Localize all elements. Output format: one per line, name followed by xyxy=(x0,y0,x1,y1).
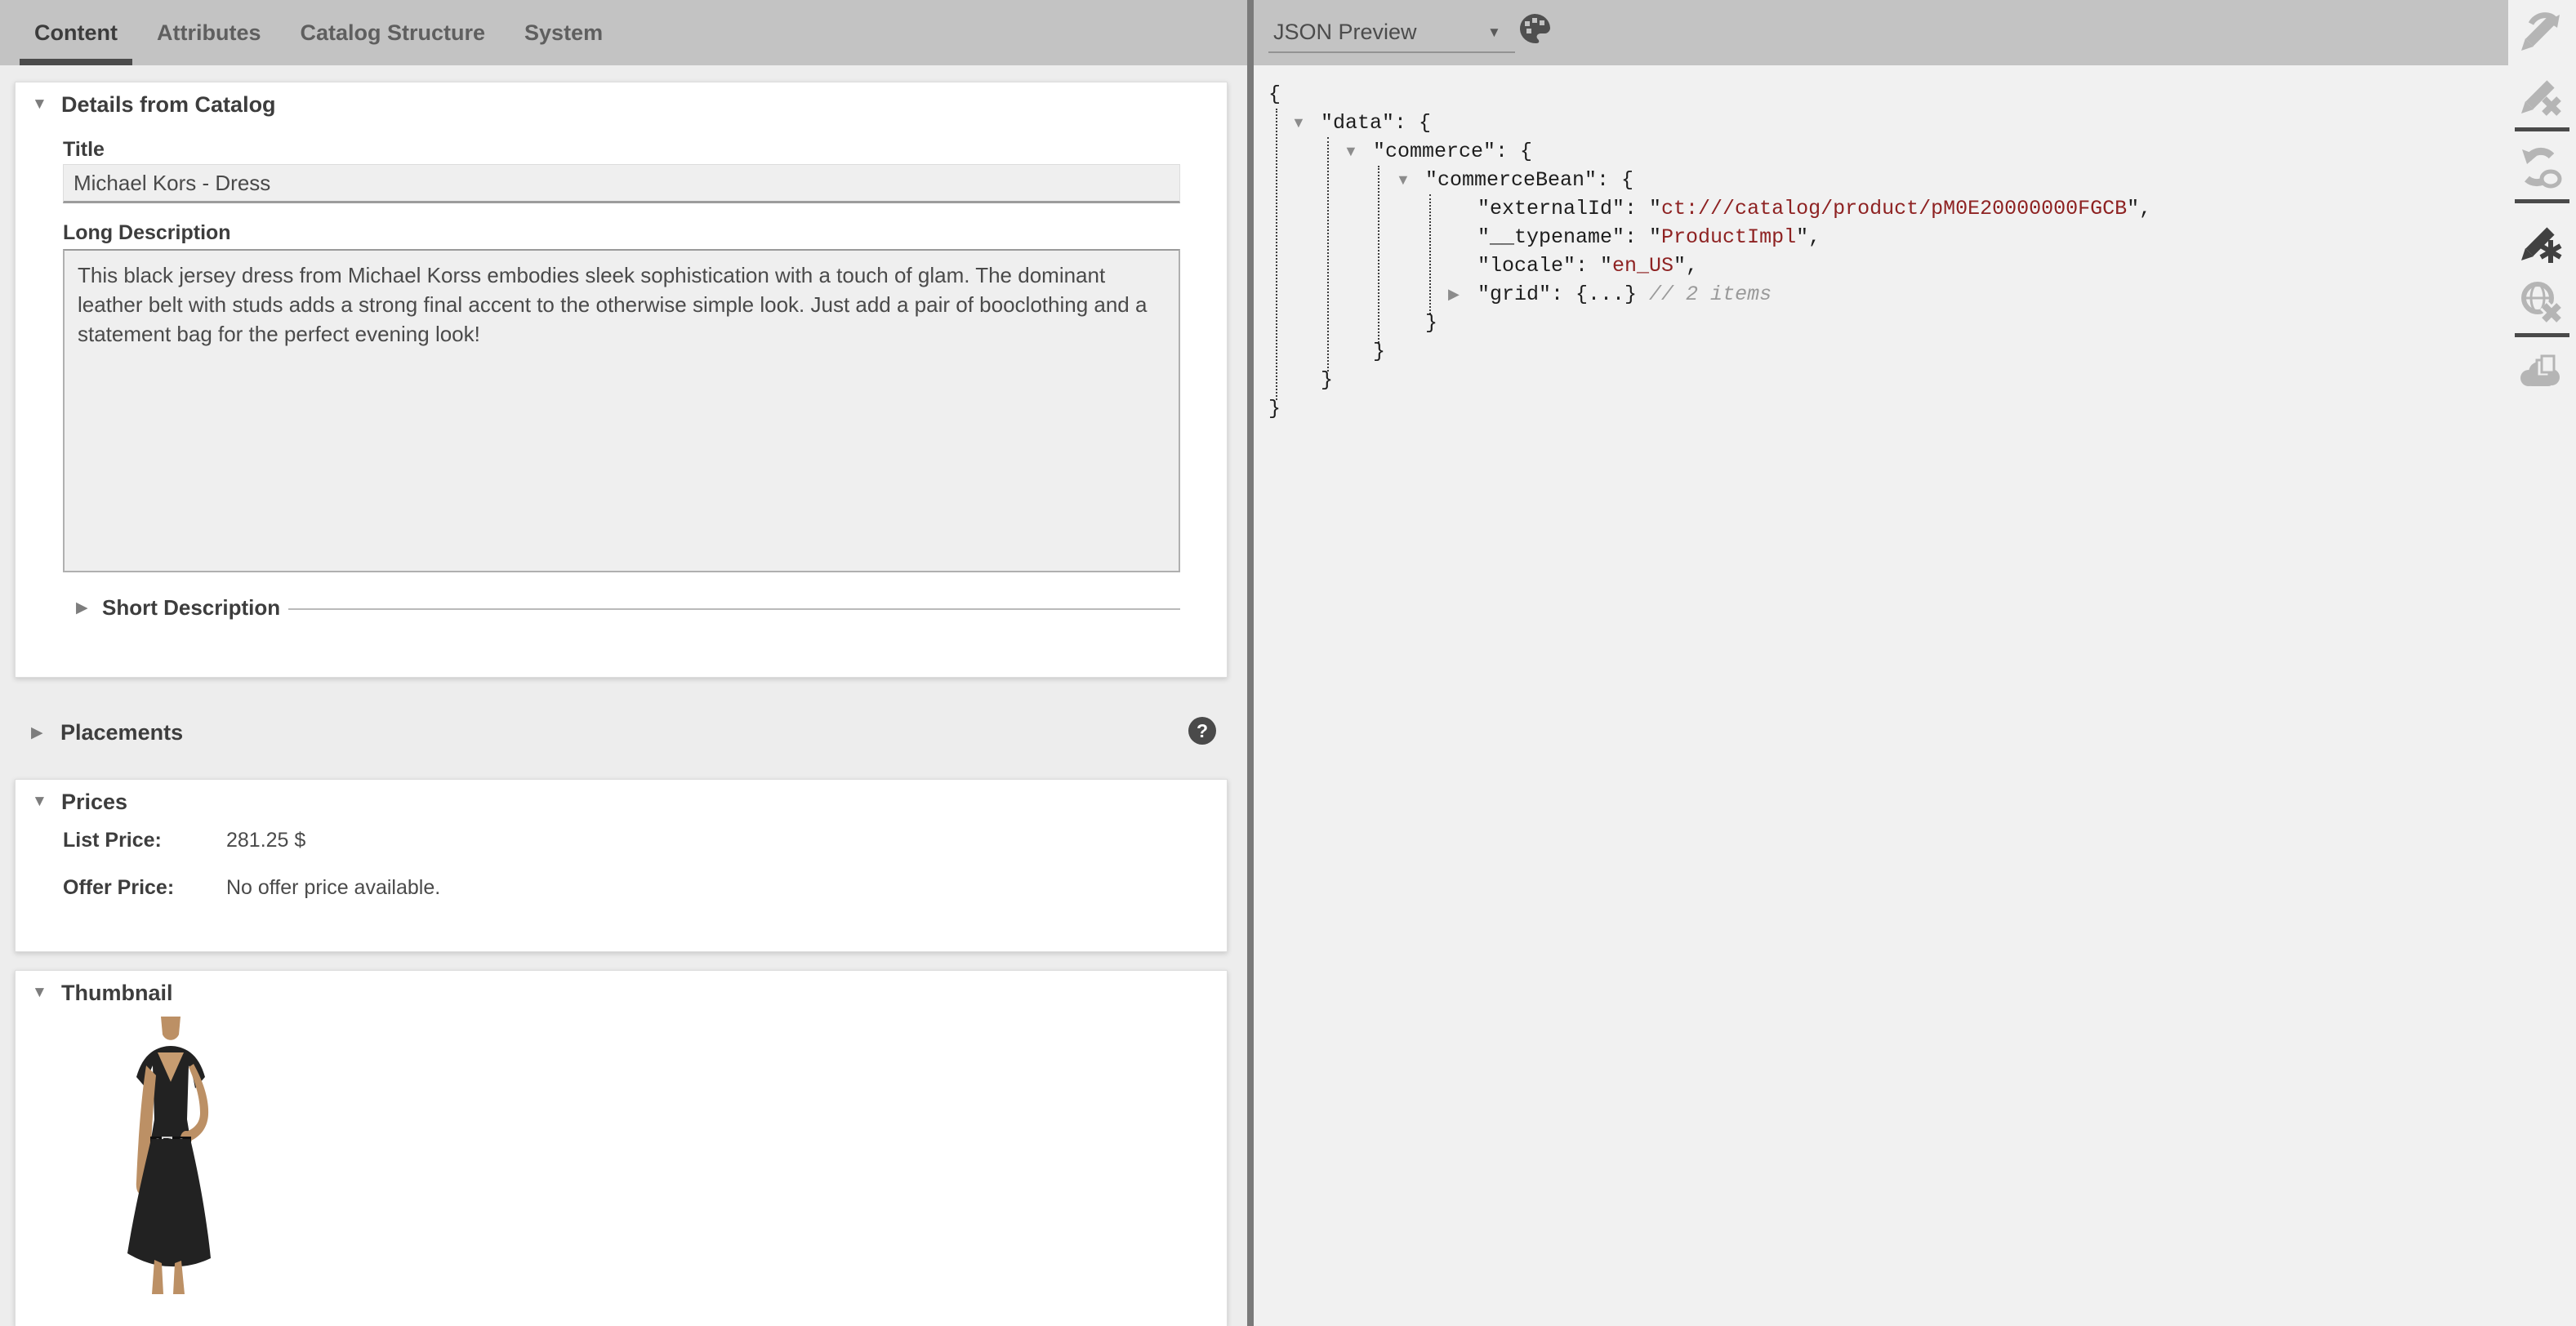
json-code-segment: { xyxy=(1268,82,1281,106)
json-code-segment: "commerce": { xyxy=(1373,140,1532,163)
json-code-segment: "grid": {...} xyxy=(1477,283,1637,306)
json-tree-row: } xyxy=(1254,337,2508,366)
json-tree-row: "externalId": "ct:///catalog/product/pM0… xyxy=(1254,194,2508,223)
edit-undo-icon[interactable] xyxy=(2517,8,2563,54)
select-underline xyxy=(1268,51,1515,53)
edit-new-icon[interactable] xyxy=(2517,219,2563,265)
json-tree-row: { xyxy=(1254,80,2508,109)
json-value-segment: ct:///catalog/product/pM0E20000000FGCB xyxy=(1661,197,2127,220)
preview-panel: JSON Preview ▼ {▼"data": {▼"commerce": {… xyxy=(1254,0,2508,1326)
json-tree-row: "locale": "en_US", xyxy=(1254,251,2508,280)
preview-header-bar: JSON Preview ▼ xyxy=(1254,0,2508,65)
panel-splitter[interactable] xyxy=(1247,0,1254,1326)
collapse-arrow-icon[interactable]: ▼ xyxy=(32,984,47,1002)
prices-card: ▼ Prices List Price: 281.25 $ Offer Pric… xyxy=(15,779,1228,952)
document-form-panel: Content Attributes Catalog Structure Sys… xyxy=(0,0,1247,1326)
section-title-details: Details from Catalog xyxy=(61,92,276,118)
expand-arrow-icon[interactable]: ▶ xyxy=(76,598,88,617)
json-tree-row: ▼"commerce": { xyxy=(1254,137,2508,166)
collapse-arrow-icon[interactable]: ▼ xyxy=(1396,166,1425,194)
collapse-arrow-icon[interactable]: ▼ xyxy=(32,96,47,113)
title-input[interactable] xyxy=(63,164,1180,203)
cloud-copy-icon[interactable] xyxy=(2517,348,2563,394)
collapse-arrow-icon[interactable]: ▼ xyxy=(32,793,47,811)
json-code-segment: "locale": " xyxy=(1477,254,1612,278)
tab-attributes[interactable]: Attributes xyxy=(140,0,278,65)
section-title-thumbnail: Thumbnail xyxy=(61,981,173,1006)
product-thumbnail-image[interactable] xyxy=(105,1017,236,1294)
toolbar-divider xyxy=(2515,199,2569,203)
section-title-prices: Prices xyxy=(61,790,127,815)
collapse-arrow-icon[interactable]: ▼ xyxy=(1344,137,1373,166)
json-tree-row: "__typename": "ProductImpl", xyxy=(1254,223,2508,251)
edit-discard-icon[interactable] xyxy=(2517,72,2563,118)
json-code-segment: } xyxy=(1373,340,1385,363)
offer-price-label: Offer Price: xyxy=(63,876,174,900)
details-from-catalog-card: ▼ Details from Catalog Title Long Descri… xyxy=(15,82,1228,678)
unpublish-icon[interactable] xyxy=(2517,278,2563,324)
preview-mode-select[interactable]: JSON Preview xyxy=(1273,0,1417,64)
toolbar-divider xyxy=(2515,127,2569,131)
json-comment-segment: // 2 items xyxy=(1637,283,1772,306)
json-tree-row: ▶"grid": {...} // 2 items xyxy=(1254,280,2508,309)
tab-catalog-structure[interactable]: Catalog Structure xyxy=(283,0,501,65)
json-tree-row: ▼"commerceBean": { xyxy=(1254,166,2508,194)
toolbar-divider xyxy=(2515,333,2569,337)
application-window: Content Attributes Catalog Structure Sys… xyxy=(0,0,2576,1326)
json-tree-row: ▼"data": { xyxy=(1254,109,2508,137)
offer-price-value: No offer price available. xyxy=(226,876,440,900)
short-description-divider xyxy=(288,608,1180,610)
tab-content[interactable]: Content xyxy=(18,0,134,65)
list-price-label: List Price: xyxy=(63,829,162,852)
json-tree: {▼"data": {▼"commerce": {▼"commerceBean"… xyxy=(1254,80,2508,423)
expand-arrow-icon[interactable]: ▶ xyxy=(31,723,43,742)
palette-icon[interactable] xyxy=(1517,11,1553,47)
json-value-segment: en_US xyxy=(1612,254,1674,278)
short-description-label[interactable]: Short Description xyxy=(102,595,280,621)
list-price-value: 281.25 $ xyxy=(226,829,305,852)
document-tab-bar: Content Attributes Catalog Structure Sys… xyxy=(0,0,1247,65)
json-code-segment: } xyxy=(1321,368,1333,392)
json-code-segment: ", xyxy=(2127,197,2151,220)
collapse-arrow-icon[interactable]: ▼ xyxy=(1291,109,1321,137)
json-tree-row: } xyxy=(1254,366,2508,394)
json-code-segment: "__typename": " xyxy=(1477,225,1661,249)
long-description-textarea[interactable]: This black jersey dress from Michael Kor… xyxy=(63,249,1180,572)
json-code-segment: "commerceBean": { xyxy=(1425,168,1633,192)
json-tree-row: } xyxy=(1254,309,2508,337)
thumbnail-card: ▼ Thumbnail xyxy=(15,970,1228,1326)
workflow-toolbar xyxy=(2508,0,2576,1326)
long-description-label: Long Description xyxy=(63,221,231,245)
json-code-segment: "data": { xyxy=(1321,111,1431,135)
json-value-segment: ProductImpl xyxy=(1661,225,1796,249)
chevron-down-icon[interactable]: ▼ xyxy=(1487,24,1501,41)
expand-arrow-icon[interactable]: ▶ xyxy=(1448,280,1477,309)
sync-icon[interactable] xyxy=(2517,145,2563,191)
tab-system[interactable]: System xyxy=(508,0,619,65)
json-code-segment: } xyxy=(1268,397,1281,420)
json-code-segment: ", xyxy=(1796,225,1821,249)
section-title-placements[interactable]: Placements xyxy=(60,720,183,745)
json-tree-row: } xyxy=(1254,394,2508,423)
json-code-segment: } xyxy=(1425,311,1437,335)
json-code-segment: "externalId": " xyxy=(1477,197,1661,220)
help-icon[interactable]: ? xyxy=(1188,717,1216,745)
title-field-label: Title xyxy=(63,138,105,162)
json-code-segment: ", xyxy=(1674,254,1698,278)
